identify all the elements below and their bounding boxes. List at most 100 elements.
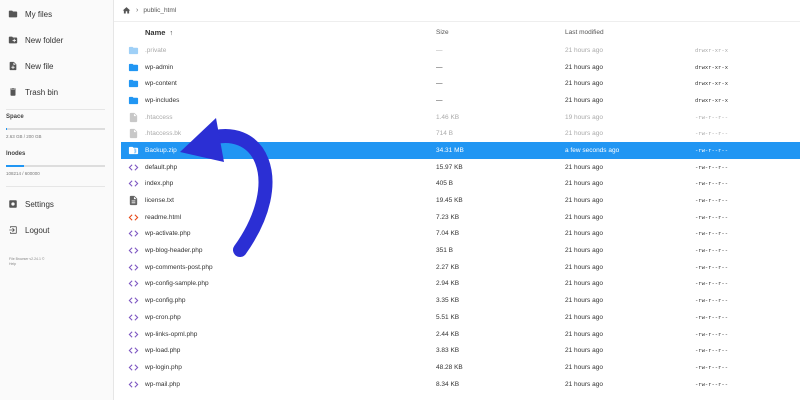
table-row[interactable]: wp-activate.php 7.04 KB 21 hours ago -rw-r-…	[121, 226, 800, 243]
breadcrumb: › public_html	[114, 0, 800, 22]
code-file-icon	[121, 212, 145, 223]
file-name: wp-load.php	[145, 347, 181, 355]
folder-icon	[121, 78, 145, 89]
file-modified: 21 hours ago	[565, 247, 603, 255]
file-size: 2.44 KB	[436, 330, 460, 338]
file-modified: 21 hours ago	[565, 363, 603, 371]
table-row[interactable]: wp-mail.php 8.34 KB 21 hours ago -rw-r--r--	[121, 376, 800, 393]
table-row[interactable]: default.php 15.97 KB 21 hours ago -rw-r--r-…	[121, 159, 800, 176]
table-row[interactable]: .htaccess 1.46 KB 19 hours ago -rw-r--r--	[121, 109, 800, 126]
code-file-icon	[121, 228, 145, 239]
file-modified: 21 hours ago	[565, 297, 603, 305]
code-file-icon	[121, 162, 145, 173]
table-row[interactable]: wp-cron.php 5.51 KB 21 hours ago -rw-r--r--	[121, 309, 800, 326]
space-progress-fill	[6, 128, 8, 130]
file-permissions: -rw-r--r--	[695, 297, 729, 305]
table-row[interactable]: Backup.zip 34.31 MB a few seconds ago -rw-r…	[121, 142, 800, 159]
column-header-modified[interactable]: Last modified	[565, 29, 695, 36]
file-icon	[121, 128, 145, 139]
table-row[interactable]: wp-load.php 3.83 KB 21 hours ago -rw-r--r--	[121, 342, 800, 359]
table-row[interactable]: index.php 405 B 21 hours ago -rw-r--r--	[121, 176, 800, 193]
file-size: 19.45 KB	[436, 197, 463, 205]
file-name: license.txt	[145, 197, 174, 205]
file-name: wp-cron.php	[145, 313, 181, 321]
code-file-icon	[121, 362, 145, 373]
code-file-icon	[121, 345, 145, 356]
sidebar-item-my-files[interactable]: My files	[0, 1, 113, 27]
file-rows: .private — 21 hours ago drwxr-xr-x wp-admin —…	[121, 42, 800, 392]
sort-arrow-up-icon: ↑	[169, 29, 173, 37]
file-size: 7.04 KB	[436, 230, 460, 238]
sidebar-item-label: New file	[25, 61, 54, 71]
table-row[interactable]: wp-config.php 3.35 KB 21 hours ago -rw-r--r…	[121, 292, 800, 309]
sidebar-item-new-folder[interactable]: New folder	[0, 27, 113, 53]
table-row[interactable]: license.txt 19.45 KB 21 hours ago -rw-r--r-…	[121, 192, 800, 209]
file-permissions: -rw-r--r--	[695, 280, 729, 288]
file-permissions: -rw-r--r--	[695, 363, 729, 371]
file-size: 48.28 KB	[436, 363, 463, 371]
inodes-label: Inodes	[6, 151, 26, 157]
file-name: .htaccess.bk	[145, 130, 182, 138]
breadcrumb-folder[interactable]: public_html	[143, 7, 176, 14]
text-file-icon	[121, 195, 145, 206]
help-link[interactable]: Help	[0, 262, 113, 267]
column-header-size[interactable]: Size	[436, 29, 565, 36]
file-size: 8.34 KB	[436, 380, 460, 388]
code-file-icon	[121, 295, 145, 306]
table-row[interactable]: readme.html 7.23 KB 21 hours ago -rw-r--r--	[121, 209, 800, 226]
file-permissions: drwxr-xr-x	[695, 46, 729, 54]
column-header-name[interactable]: Name ↑	[145, 28, 436, 37]
trash-icon	[8, 87, 18, 97]
sidebar: My files New folder New file Trash bin S…	[0, 0, 114, 400]
folder-icon	[121, 62, 145, 73]
table-row[interactable]: wp-includes — 21 hours ago drwxr-xr-x	[121, 92, 800, 109]
sidebar-item-new-file[interactable]: New file	[0, 53, 113, 79]
file-name: wp-admin	[145, 63, 174, 71]
file-modified: a few seconds ago	[565, 146, 620, 154]
file-modified: 21 hours ago	[565, 380, 603, 388]
folder-icon	[121, 95, 145, 106]
new-file-icon	[8, 61, 18, 71]
file-modified: 21 hours ago	[565, 347, 603, 355]
file-name: .private	[145, 46, 167, 54]
table-row[interactable]: wp-links-opml.php 2.44 KB 21 hours ago -rw-…	[121, 326, 800, 343]
home-icon[interactable]	[122, 6, 131, 15]
file-name: wp-links-opml.php	[145, 330, 198, 338]
sidebar-item-label: New folder	[25, 35, 64, 45]
table-row[interactable]: .htaccess.bk 714 B 21 hours ago -rw-r--r--	[121, 125, 800, 142]
file-name: wp-blog-header.php	[145, 247, 203, 255]
file-name: wp-comments-post.php	[145, 263, 213, 271]
file-modified: 21 hours ago	[565, 180, 603, 188]
file-name: wp-includes	[145, 96, 180, 104]
file-permissions: -rw-r--r--	[695, 263, 729, 271]
file-modified: 21 hours ago	[565, 96, 603, 104]
file-name: .htaccess	[145, 113, 173, 121]
file-modified: 21 hours ago	[565, 130, 603, 138]
file-size: —	[436, 63, 443, 71]
sidebar-item-settings[interactable]: Settings	[0, 191, 113, 217]
inodes-usage-text: 108214 / 600000	[6, 171, 40, 176]
table-row[interactable]: wp-blog-header.php 351 B 21 hours ago -rw-r…	[121, 242, 800, 259]
code-file-icon	[121, 178, 145, 189]
file-size: 34.31 MB	[436, 146, 464, 154]
file-modified: 21 hours ago	[565, 213, 603, 221]
sidebar-item-trash-bin[interactable]: Trash bin	[0, 79, 113, 105]
table-row[interactable]: wp-content — 21 hours ago drwxr-xr-x	[121, 75, 800, 92]
file-permissions: drwxr-xr-x	[695, 80, 729, 88]
file-name: wp-login.php	[145, 363, 182, 371]
file-permissions: -rw-r--r--	[695, 247, 729, 255]
file-modified: 19 hours ago	[565, 113, 603, 121]
table-row[interactable]: wp-config-sample.php 2.94 KB 21 hours ago -…	[121, 276, 800, 293]
file-size: 15.97 KB	[436, 163, 463, 171]
file-name: Backup.zip	[145, 146, 177, 154]
sidebar-item-logout[interactable]: Logout	[0, 217, 113, 243]
file-permissions: -rw-r--r--	[695, 146, 729, 154]
table-row[interactable]: wp-admin — 21 hours ago drwxr-xr-x	[121, 59, 800, 76]
table-row[interactable]: wp-login.php 48.28 KB 21 hours ago -rw-r--r…	[121, 359, 800, 376]
table-row[interactable]: wp-comments-post.php 2.27 KB 21 hours ago -…	[121, 259, 800, 276]
table-header: Name ↑ Size Last modified	[121, 22, 800, 42]
file-permissions: -rw-r--r--	[695, 380, 729, 388]
table-row[interactable]: .private — 21 hours ago drwxr-xr-x	[121, 42, 800, 59]
file-size: —	[436, 80, 443, 88]
file-size: 405 B	[436, 180, 453, 188]
